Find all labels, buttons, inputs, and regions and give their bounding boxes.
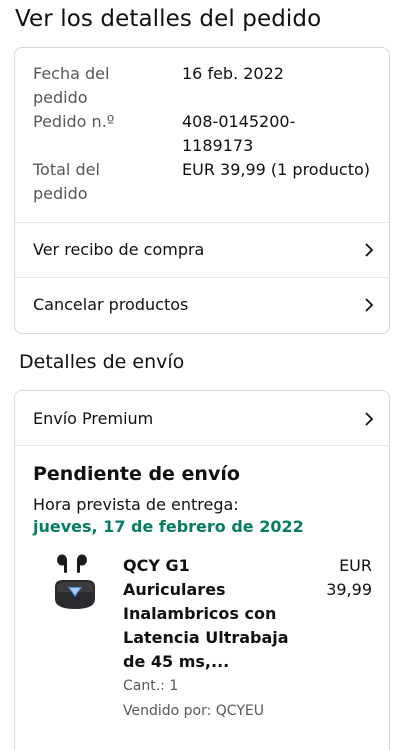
order-number-value: 408-0145200- 1189173 <box>182 110 383 158</box>
price-currency: EUR <box>339 556 372 575</box>
product-title-line: de 45 ms,... <box>123 652 230 671</box>
chevron-right-icon <box>365 411 374 426</box>
order-number-line2: 1189173 <box>182 136 254 155</box>
cancel-products-link[interactable]: Cancelar productos <box>15 277 389 332</box>
product-title[interactable]: QCY G1 Auriculares Inalambricos con Late… <box>123 554 293 674</box>
page-title: Ver los detalles del pedido <box>15 6 322 32</box>
order-date-label-line2: pedido <box>33 88 88 107</box>
order-info: Fecha del pedido 16 feb. 2022 Pedido n.º… <box>33 62 383 206</box>
delivery-estimate-date: jueves, 17 de febrero de 2022 <box>33 517 304 536</box>
order-number-line1: 408-0145200- <box>182 112 296 131</box>
order-total-value: EUR 39,99 (1 producto) <box>182 160 370 179</box>
divider <box>15 445 389 446</box>
shipping-section-title: Detalles de envío <box>19 351 185 373</box>
order-total-row: Total del pedido EUR 39,99 (1 producto) <box>33 158 383 206</box>
product-quantity: Cant.: 1 <box>123 678 179 694</box>
order-number-label: Pedido n.º <box>33 112 115 131</box>
view-receipt-link[interactable]: Ver recibo de compra <box>15 222 389 277</box>
order-date-label: Fecha del pedido <box>33 62 182 110</box>
product-title-line: Inalambricos con <box>123 604 277 623</box>
shipping-card: Envío Premium Pendiente de envío Hora pr… <box>14 390 390 750</box>
order-summary-card: Fecha del pedido 16 feb. 2022 Pedido n.º… <box>14 47 390 334</box>
order-total-label: Total del pedido <box>33 158 182 206</box>
chevron-right-icon <box>365 242 374 257</box>
product-title-line: Latencia Ultrabaja <box>123 628 289 647</box>
chevron-right-icon <box>365 297 374 312</box>
product-seller: Vendido por: QCYEU <box>123 703 264 719</box>
shipping-method-label: Envío Premium <box>33 409 154 428</box>
order-total-label-line2: pedido <box>33 184 88 203</box>
order-date-row: Fecha del pedido 16 feb. 2022 <box>33 62 383 110</box>
price-value: 39,99 <box>326 580 372 599</box>
order-date-value: 16 feb. 2022 <box>182 64 284 83</box>
product-title-line: Auriculares <box>123 580 226 599</box>
shipping-method-link[interactable]: Envío Premium <box>15 391 389 446</box>
product-title-line: QCY G1 <box>123 556 190 575</box>
order-number-row: Pedido n.º 408-0145200- 1189173 <box>33 110 383 158</box>
shipment-status: Pendiente de envío <box>33 463 240 485</box>
order-date-label-line1: Fecha del <box>33 64 110 83</box>
product-price: EUR 39,99 <box>326 554 372 602</box>
cancel-products-label: Cancelar productos <box>33 295 189 314</box>
delivery-estimate-label: Hora prevista de entrega: <box>33 495 239 514</box>
earbuds-icon[interactable] <box>51 554 111 624</box>
order-total-label-line1: Total del <box>33 160 100 179</box>
view-receipt-label: Ver recibo de compra <box>33 240 205 259</box>
